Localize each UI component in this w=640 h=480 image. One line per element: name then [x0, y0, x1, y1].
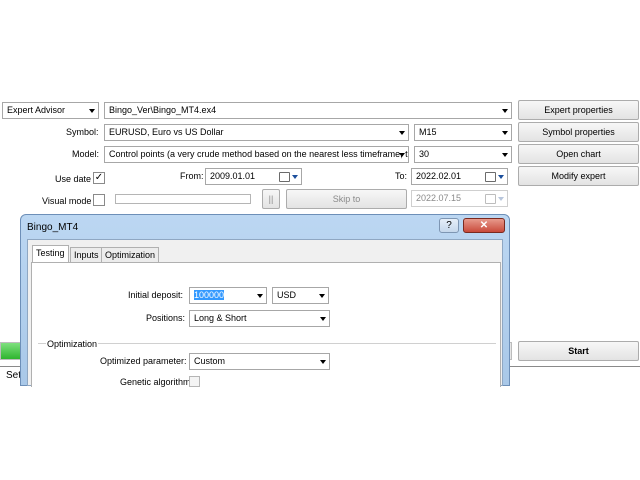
skip-date-value: 2022.07.15: [416, 193, 462, 203]
symbol-select[interactable]: EURUSD, Euro vs US Dollar: [104, 124, 409, 141]
currency-value: USD: [277, 290, 297, 300]
chevron-down-icon: [399, 131, 405, 135]
open-chart-button[interactable]: Open chart: [518, 144, 639, 164]
symbol-value: EURUSD, Euro vs US Dollar: [109, 127, 224, 137]
to-date-field[interactable]: 2022.02.01: [411, 168, 508, 185]
initial-deposit-value: 100000: [194, 290, 225, 300]
use-date-checkbox[interactable]: ✓: [93, 172, 105, 184]
positions-select[interactable]: Long & Short: [189, 310, 330, 327]
skip-to-button[interactable]: Skip to: [286, 189, 407, 209]
mode-select-value: Expert Advisor: [7, 105, 66, 115]
chevron-down-icon: [502, 109, 508, 113]
chevron-down-icon: [320, 317, 326, 321]
visual-mode-checkbox[interactable]: [93, 194, 105, 206]
expert-properties-button[interactable]: Expert properties: [518, 100, 639, 120]
calendar-icon: [279, 171, 298, 182]
model-value: Control points (a very crude method base…: [109, 149, 409, 159]
currency-select[interactable]: USD: [272, 287, 329, 304]
help-icon: ?: [446, 220, 452, 231]
optimized-parameter-label: Optimized parameter:: [100, 356, 187, 366]
skip-date-field[interactable]: 2022.07.15: [411, 190, 508, 207]
dialog-body: Testing Inputs Optimization Initial depo…: [27, 239, 503, 387]
dialog-title: Bingo_MT4: [27, 222, 79, 233]
pause-button[interactable]: ||: [262, 189, 280, 209]
model-label: Model:: [72, 149, 100, 159]
expert-path-value: Bingo_Ver\Bingo_MT4.ex4: [109, 105, 217, 115]
visual-mode-label: Visual mode: [42, 196, 92, 206]
tab-optimization[interactable]: Optimization: [101, 247, 160, 262]
chevron-down-icon: [89, 109, 95, 113]
from-date-value: 2009.01.01: [210, 171, 256, 181]
start-button[interactable]: Start: [518, 341, 639, 361]
calendar-icon: [485, 193, 504, 204]
expert-dialog: Bingo_MT4 ? ✕ Testing Inputs Optimizatio…: [20, 214, 510, 387]
tab-inputs[interactable]: Inputs: [70, 247, 103, 262]
initial-deposit-field[interactable]: 100000: [189, 287, 267, 304]
visual-speed-slider[interactable]: [115, 194, 251, 204]
calendar-icon: [485, 171, 504, 182]
chevron-down-icon: [399, 153, 405, 157]
from-label: From:: [180, 171, 204, 181]
tab-testing[interactable]: Testing: [32, 245, 69, 262]
symbol-properties-button[interactable]: Symbol properties: [518, 122, 639, 142]
to-date-value: 2022.02.01: [416, 171, 462, 181]
symbol-label: Symbol:: [66, 127, 99, 137]
close-icon: ✕: [479, 220, 489, 231]
tab-panel: Initial deposit: 100000 USD Positions: L…: [31, 262, 501, 387]
optimized-parameter-value: Custom: [194, 356, 226, 366]
spread-select[interactable]: 30: [414, 146, 512, 163]
chevron-down-icon: [257, 294, 263, 298]
chevron-down-icon: [319, 294, 325, 298]
bottom-tab-settings[interactable]: Set: [6, 370, 21, 381]
period-select[interactable]: M15: [414, 124, 512, 141]
chevron-down-icon: [502, 153, 508, 157]
optimization-group-label: Optimization: [46, 339, 99, 349]
use-date-label: Use date: [55, 174, 92, 184]
positions-label: Positions:: [146, 313, 186, 323]
chevron-down-icon: [502, 131, 508, 135]
mode-select[interactable]: Expert Advisor: [2, 102, 99, 119]
model-select[interactable]: Control points (a very crude method base…: [104, 146, 409, 163]
progress-fill: [1, 343, 21, 359]
expert-path-select[interactable]: Bingo_Ver\Bingo_MT4.ex4: [104, 102, 512, 119]
positions-value: Long & Short: [194, 313, 247, 323]
chevron-down-icon: [320, 360, 326, 364]
help-button[interactable]: ?: [439, 218, 459, 233]
modify-expert-button[interactable]: Modify expert: [518, 166, 639, 186]
period-value: M15: [419, 127, 437, 137]
genetic-algorithm-checkbox[interactable]: [189, 376, 200, 387]
optimized-parameter-select[interactable]: Custom: [189, 353, 330, 370]
genetic-algorithm-label: Genetic algorithm: [120, 377, 191, 387]
from-date-field[interactable]: 2009.01.01: [205, 168, 302, 185]
spread-value: 30: [419, 149, 430, 159]
close-button[interactable]: ✕: [463, 218, 505, 233]
initial-deposit-label: Initial deposit:: [128, 290, 184, 300]
to-label: To:: [395, 171, 408, 181]
